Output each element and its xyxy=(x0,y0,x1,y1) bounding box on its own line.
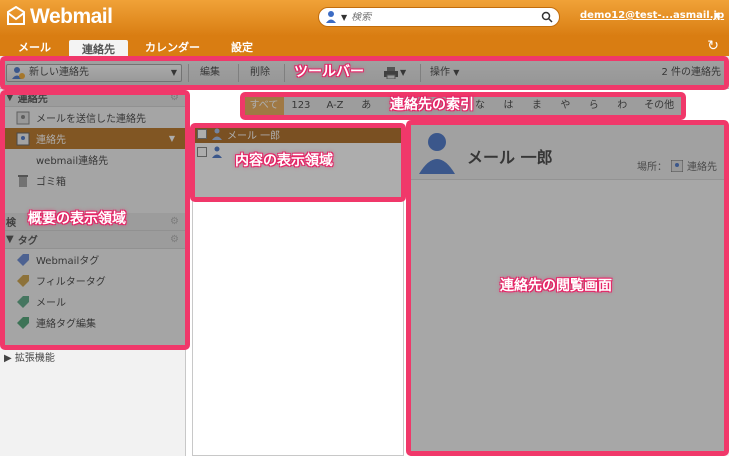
logo[interactable]: Webmail xyxy=(6,5,113,29)
search-icon[interactable] xyxy=(541,11,553,23)
envelope-logo-icon xyxy=(7,6,25,25)
extensions-section[interactable]: ▶ 拡張機能 xyxy=(4,349,55,364)
tab-mail[interactable]: メール xyxy=(18,39,51,55)
refresh-icon[interactable]: ↻ xyxy=(707,38,719,54)
annotation-label-summary: 概要の表示領域 xyxy=(28,211,126,227)
tab-contacts[interactable]: 連絡先 xyxy=(69,40,128,56)
main-nav: メール 連絡先 カレンダー 設定 ↻ xyxy=(0,36,729,56)
tab-calendar[interactable]: カレンダー xyxy=(145,39,200,55)
annotation-label-content: 内容の表示領域 xyxy=(235,153,333,169)
contact-filter-icon[interactable] xyxy=(325,10,337,24)
search-input[interactable] xyxy=(351,11,537,23)
search-box[interactable]: ▼ xyxy=(318,7,560,27)
annotation-toolbar xyxy=(0,56,729,90)
annotation-label-toolbar: ツールバー xyxy=(294,64,364,80)
account-caret-icon[interactable]: ▼ xyxy=(714,11,720,20)
brand-name: Webmail xyxy=(30,5,113,28)
search-filter-caret-icon[interactable]: ▼ xyxy=(341,13,347,22)
annotation-label-viewer: 連絡先の閲覧画面 xyxy=(500,278,612,294)
extensions-label: 拡張機能 xyxy=(14,353,55,364)
top-header: Webmail ▼ demo12@test-...asmail.jp ▼ xyxy=(0,0,729,36)
annotation-label-index: 連絡先の索引 xyxy=(390,97,474,113)
account-menu[interactable]: demo12@test-...asmail.jp xyxy=(580,10,724,21)
tab-settings[interactable]: 設定 xyxy=(231,39,253,55)
